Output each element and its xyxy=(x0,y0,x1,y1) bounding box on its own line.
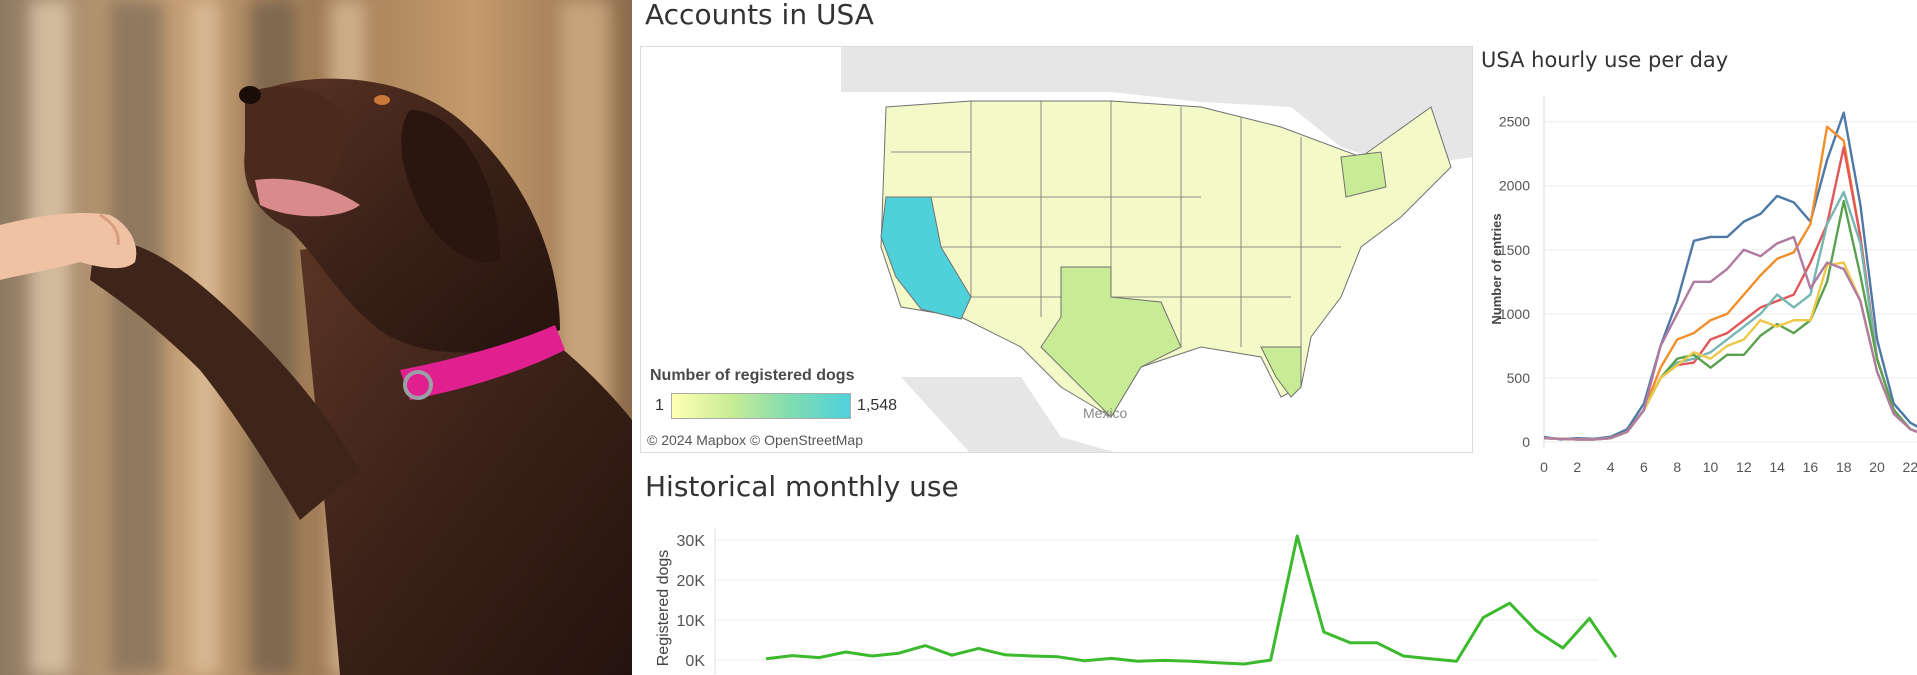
map-legend: Number of registered dogs 1 1,548 xyxy=(650,367,897,419)
monthly-chart-title: Historical monthly use xyxy=(645,470,959,503)
hourly-x-tick-label: 20 xyxy=(1869,459,1885,475)
hourly-x-tick-label: 16 xyxy=(1803,459,1819,475)
monthly-y-tick-label: 10K xyxy=(677,613,706,630)
legend-color-ramp xyxy=(671,393,851,419)
hourly-series-line-4 xyxy=(1543,190,1917,441)
monthly-series-line xyxy=(765,534,1618,666)
hourly-x-tick-label: 22 xyxy=(1903,459,1917,475)
hourly-x-tick-label: 4 xyxy=(1607,459,1615,475)
hourly-x-tick-label: 2 xyxy=(1573,459,1581,475)
monthly-chart[interactable]: 0K 10K 20K 30K Registered dogs xyxy=(640,508,1660,675)
hourly-series-line-3 xyxy=(1543,146,1917,441)
dog-photo-illustration xyxy=(0,0,632,675)
monthly-y-tick-label: 20K xyxy=(677,573,706,590)
hourly-x-tick-label: 10 xyxy=(1703,459,1719,475)
map-attribution[interactable]: © 2024 Mapbox © OpenStreetMap xyxy=(647,432,863,448)
hourly-y-tick-label: 2500 xyxy=(1499,114,1530,130)
hourly-chart[interactable]: 050010001500200025000 2 4 6 8 10 12 14 16 18 20 22N… xyxy=(1482,86,1917,486)
hourly-x-tick-label: 12 xyxy=(1736,459,1752,475)
legend-min-value: 1 xyxy=(655,397,664,414)
monthly-y-tick-label: 0K xyxy=(685,653,705,670)
hourly-y-axis-label: Number of entries xyxy=(1489,213,1504,324)
legend-scale: 1 1,548 xyxy=(650,393,897,419)
usa-map[interactable]: Mexico Number of registered dogs 1 1,548… xyxy=(640,46,1473,453)
hourly-chart-title: USA hourly use per day xyxy=(1481,48,1729,72)
hourly-x-tick-label: 6 xyxy=(1640,459,1648,475)
monthly-y-tick-label: 30K xyxy=(677,533,706,550)
hourly-x-tick-label: 0 xyxy=(1540,459,1548,475)
hourly-series-line-6 xyxy=(1543,261,1917,441)
monthly-y-axis-label: Registered dogs xyxy=(655,550,672,667)
legend-max-value: 1,548 xyxy=(857,397,898,414)
legend-title: Number of registered dogs xyxy=(650,367,855,384)
dog-photo xyxy=(0,0,632,675)
hourly-y-tick-label: 2000 xyxy=(1499,178,1530,194)
map-label-mexico: Mexico xyxy=(1083,405,1128,421)
hourly-x-tick-label: 14 xyxy=(1769,459,1785,475)
hourly-x-tick-label: 18 xyxy=(1836,459,1852,475)
hourly-x-tick-label: 8 xyxy=(1673,459,1681,475)
hourly-y-tick-label: 500 xyxy=(1507,370,1531,386)
hourly-y-tick-label: 0 xyxy=(1522,434,1530,450)
map-title: Accounts in USA xyxy=(645,0,874,31)
